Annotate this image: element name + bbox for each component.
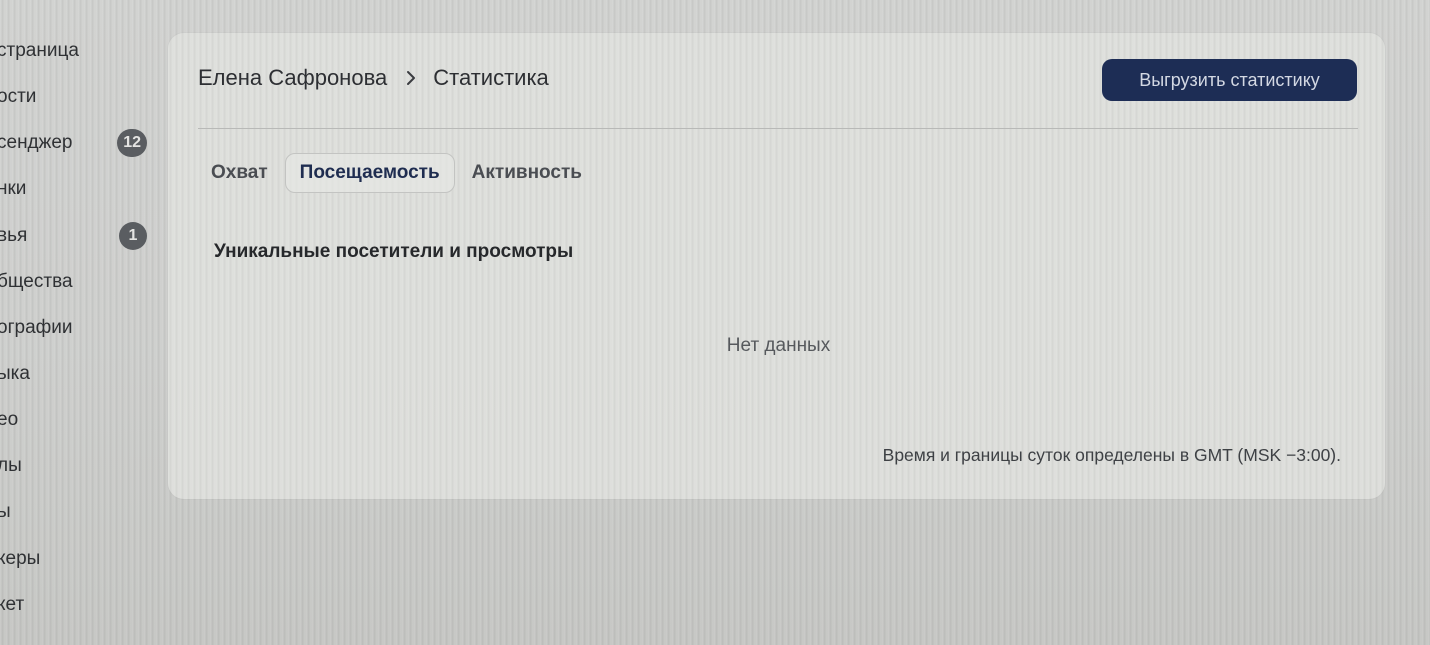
no-data-text: Нет данных (726, 335, 831, 356)
sidebar-item-label: бщества (0, 270, 73, 292)
left-sidebar: страница ости сенджер 12 нки вья 1 бщест… (0, 28, 160, 628)
breadcrumb-owner-link[interactable]: Елена Сафронова (198, 65, 387, 91)
header-divider (198, 128, 1358, 129)
sidebar-item-label: страница (0, 40, 79, 62)
sidebar-item-label: ео (0, 409, 19, 431)
sidebar-item-messenger[interactable]: сенджер 12 (0, 120, 160, 166)
statistics-card: Елена Сафронова Статистика Выгрузить ста… (168, 33, 1385, 499)
breadcrumb-current-page: Статистика (433, 65, 549, 90)
statistics-tabs: Охват Посещаемость Активность (198, 153, 595, 193)
sidebar-item-news[interactable]: ости (0, 74, 160, 120)
tab-attendance[interactable]: Посещаемость (284, 153, 455, 193)
sidebar-item-label: ыка (0, 363, 30, 385)
sidebar-item-photos[interactable]: ографии (0, 305, 160, 351)
sidebar-item-label: лы (0, 455, 22, 477)
sidebar-item-games[interactable]: ы (0, 489, 160, 535)
chevron-right-icon (405, 69, 417, 87)
empty-state: Нет данных (168, 335, 1385, 357)
sidebar-item-communities[interactable]: бщества (0, 259, 160, 305)
sidebar-item-friends[interactable]: вья 1 (0, 213, 160, 259)
sidebar-item-clips[interactable]: лы (0, 443, 160, 489)
sidebar-item-calls[interactable]: нки (0, 166, 160, 212)
sidebar-item-video[interactable]: ео (0, 397, 160, 443)
export-statistics-button[interactable]: Выгрузить статистику (1102, 59, 1357, 101)
sidebar-item-label: нки (0, 178, 27, 200)
section-title: Уникальные посетители и просмотры (214, 241, 574, 262)
sidebar-item-stickers[interactable]: керы (0, 536, 160, 582)
sidebar-item-label: вья (0, 224, 28, 246)
tab-activity[interactable]: Активность (459, 153, 595, 193)
sidebar-item-label: ости (0, 86, 37, 108)
sidebar-item-my-page[interactable]: страница (0, 28, 160, 74)
breadcrumb: Елена Сафронова Статистика (198, 65, 549, 91)
timezone-note: Время и границы суток определены в GMT (… (882, 445, 1341, 465)
sidebar-item-music[interactable]: ыка (0, 351, 160, 397)
messenger-unread-badge: 12 (117, 129, 147, 158)
sidebar-item-label: ы (0, 501, 11, 523)
sidebar-item-market[interactable]: кет (0, 582, 160, 628)
tab-reach[interactable]: Охват (198, 153, 281, 193)
sidebar-item-label: сенджер (0, 132, 73, 154)
sidebar-item-label: кет (0, 593, 25, 615)
sidebar-item-label: ографии (0, 316, 73, 338)
sidebar-item-label: керы (0, 547, 41, 569)
friends-count-badge: 1 (119, 221, 147, 250)
card-texture (168, 33, 1385, 499)
